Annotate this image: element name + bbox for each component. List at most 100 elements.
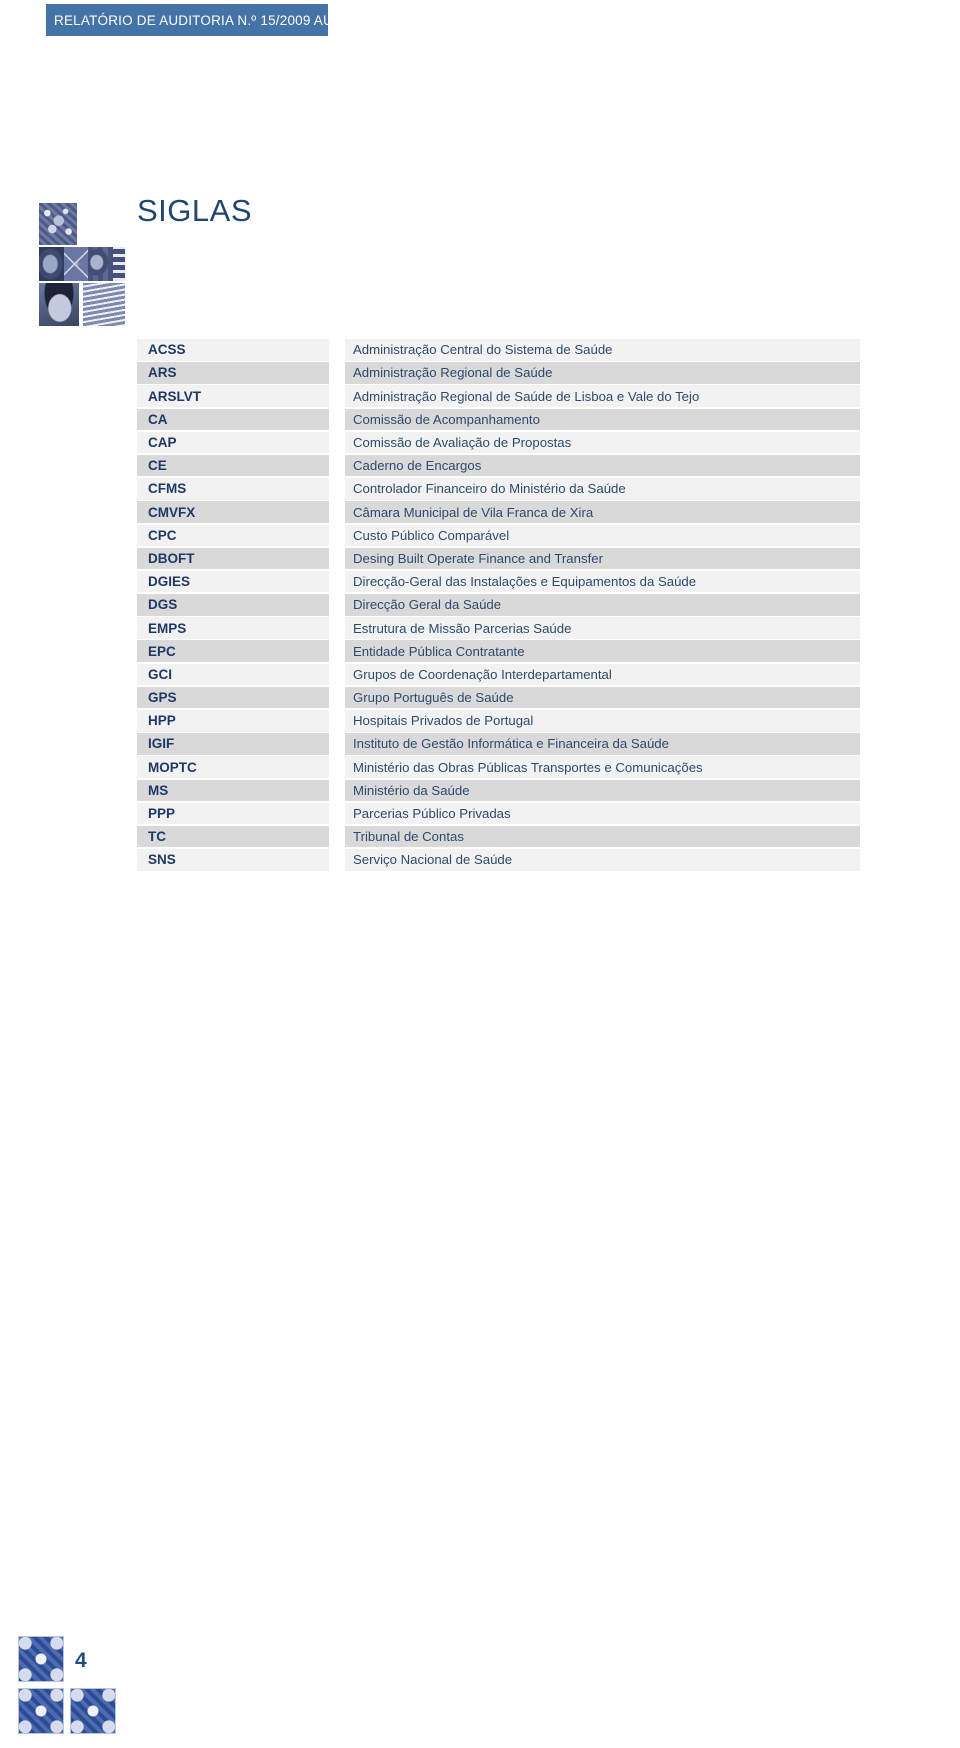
foliage-ornament-image (39, 203, 77, 245)
table-row: CA Comissão de Acompanhamento (137, 408, 860, 431)
page-footer: 4 (18, 1636, 148, 1736)
table-row: EPC Entidade Pública Contratante (137, 640, 860, 662)
acronym-cell: TC (137, 825, 329, 848)
acronym-cell: EMPS (137, 617, 329, 639)
portrait-image (39, 283, 79, 326)
acronym-cell: CMVFX (137, 501, 329, 523)
meaning-cell: Hospitais Privados de Portugal (345, 710, 860, 732)
acronym-cell: CFMS (137, 478, 329, 500)
table-row: IGIF Instituto de Gestão Informática e Fi… (137, 733, 860, 755)
table-row: ACSS Administração Central do Sistema de … (137, 339, 860, 361)
meaning-cell: Grupos de Coordenação Interdepartamental (345, 663, 860, 686)
meaning-cell: Estrutura de Missão Parcerias Saúde (345, 617, 860, 639)
table-row: TC Tribunal de Contas (137, 825, 860, 848)
table-row: MS Ministério da Saúde (137, 779, 860, 802)
column-gap (329, 524, 345, 546)
table-row: CMVFX Câmara Municipal de Vila Franca de … (137, 501, 860, 523)
azulejo-tile-icon (70, 1688, 116, 1734)
table-row: ARS Administração Regional de Saúde (137, 362, 860, 384)
acronym-cell: DGS (137, 594, 329, 616)
acronym-cell: SNS (137, 849, 329, 871)
acronym-cell: MS (137, 779, 329, 802)
column-gap (329, 408, 345, 431)
table-row: EMPS Estrutura de Missão Parcerias Saúde (137, 617, 860, 639)
table-row: DBOFT Desing Built Operate Finance and Tr… (137, 547, 860, 570)
column-gap (329, 431, 345, 454)
acronym-cell: CAP (137, 431, 329, 454)
table-row: DGS Direcção Geral da Saúde (137, 594, 860, 616)
column-gap (329, 663, 345, 686)
medallion-right-panel (88, 247, 114, 281)
building-image (83, 283, 125, 326)
column-gap (329, 547, 345, 570)
column-gap (329, 478, 345, 500)
meaning-cell: Direcção-Geral das Instalações e Equipam… (345, 570, 860, 593)
column-gap (329, 802, 345, 825)
report-header-banner: RELATÓRIO DE AUDITORIA N.º 15/2009 AUDIT (46, 4, 355, 36)
meaning-cell: Grupo Português de Saúde (345, 686, 860, 709)
meaning-cell: Comissão de Acompanhamento (345, 408, 860, 431)
medallion-center-panel (63, 247, 89, 281)
meaning-cell: Administração Central do Sistema de Saúd… (345, 339, 860, 361)
acronym-cell: PPP (137, 802, 329, 825)
meaning-cell: Parcerias Público Privadas (345, 802, 860, 825)
meaning-cell: Ministério das Obras Públicas Transporte… (345, 756, 860, 778)
decorative-collage (39, 203, 125, 326)
acronym-cell: ARS (137, 362, 329, 384)
column-gap (329, 594, 345, 616)
column-gap (329, 733, 345, 755)
table-row: CE Caderno de Encargos (137, 454, 860, 477)
column-gap (329, 570, 345, 593)
acronym-cell: DGIES (137, 570, 329, 593)
acronym-cell: GCI (137, 663, 329, 686)
report-header-text: RELATÓRIO DE AUDITORIA N.º 15/2009 AUDIT (54, 12, 356, 28)
acronym-cell: HPP (137, 710, 329, 732)
acronym-cell: DBOFT (137, 547, 329, 570)
acronym-cell: GPS (137, 686, 329, 709)
page-title: SIGLAS (137, 192, 252, 228)
meaning-cell: Direcção Geral da Saúde (345, 594, 860, 616)
column-gap (329, 454, 345, 477)
column-gap (329, 640, 345, 662)
column-gap (329, 339, 345, 361)
meaning-cell: Caderno de Encargos (345, 454, 860, 477)
table-row: GCI Grupos de Coordenação Interdepartamen… (137, 663, 860, 686)
meaning-cell: Câmara Municipal de Vila Franca de Xira (345, 501, 860, 523)
column-gap (329, 756, 345, 778)
table-row: MOPTC Ministério das Obras Públicas Trans… (137, 756, 860, 778)
table-row: SNS Serviço Nacional de Saúde (137, 849, 860, 871)
table-row: CAP Comissão de Avaliação de Propostas (137, 431, 860, 454)
meaning-cell: Custo Público Comparável (345, 524, 860, 546)
azulejo-tile-icon (18, 1636, 64, 1682)
medallion-edge-panel (113, 247, 125, 281)
meaning-cell: Entidade Pública Contratante (345, 640, 860, 662)
acronym-cell: CE (137, 454, 329, 477)
column-gap (329, 779, 345, 802)
column-gap (329, 385, 345, 407)
column-gap (329, 501, 345, 523)
table-row: PPP Parcerias Público Privadas (137, 802, 860, 825)
page-number: 4 (75, 1649, 87, 1672)
acronym-cell: IGIF (137, 733, 329, 755)
meaning-cell: Instituto de Gestão Informática e Financ… (345, 733, 860, 755)
column-gap (329, 686, 345, 709)
acronym-cell: CPC (137, 524, 329, 546)
table-row: GPS Grupo Português de Saúde (137, 686, 860, 709)
table-row: HPP Hospitais Privados de Portugal (137, 710, 860, 732)
column-gap (329, 825, 345, 848)
column-gap (329, 362, 345, 384)
azulejo-tile-icon (18, 1688, 64, 1734)
meaning-cell: Administração Regional de Saúde (345, 362, 860, 384)
meaning-cell: Serviço Nacional de Saúde (345, 849, 860, 871)
acronym-cell: MOPTC (137, 756, 329, 778)
table-row: ARSLVT Administração Regional de Saúde de… (137, 385, 860, 407)
acronym-cell: ARSLVT (137, 385, 329, 407)
table-row: DGIES Direcção-Geral das Instalações e Eq… (137, 570, 860, 593)
meaning-cell: Controlador Financeiro do Ministério da … (345, 478, 860, 500)
acronym-cell: ACSS (137, 339, 329, 361)
meaning-cell: Ministério da Saúde (345, 779, 860, 802)
table-row: CFMS Controlador Financeiro do Ministério… (137, 478, 860, 500)
acronyms-table: ACSS Administração Central do Sistema de … (137, 339, 860, 872)
meaning-cell: Tribunal de Contas (345, 825, 860, 848)
column-gap (329, 617, 345, 639)
